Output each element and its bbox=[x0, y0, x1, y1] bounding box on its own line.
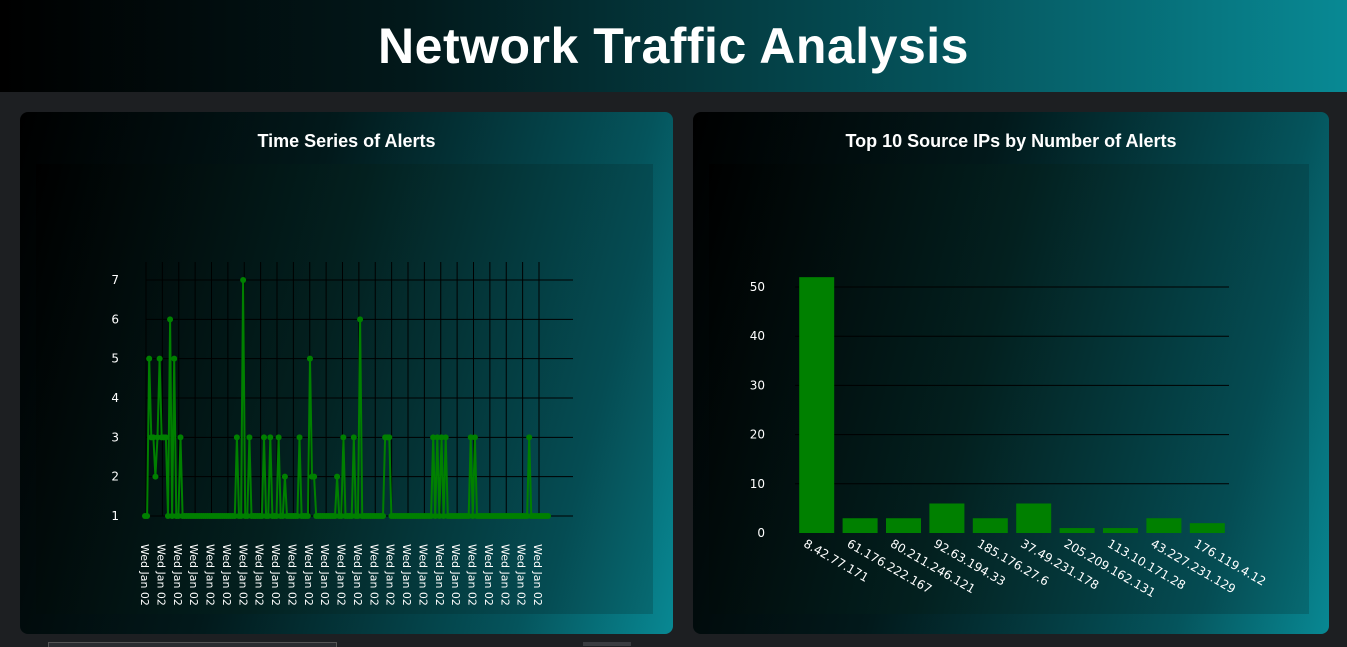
alerts-data-point bbox=[350, 434, 357, 441]
x-tick-label: Wed Jan 02 bbox=[187, 544, 200, 606]
alerts-data-point bbox=[167, 316, 174, 323]
x-tick-label: Wed Jan 02 bbox=[482, 544, 495, 606]
page-title: Network Traffic Analysis bbox=[378, 18, 969, 74]
x-tick-label: Wed Jan 02 bbox=[253, 544, 266, 606]
x-tick-label: Wed Jan 02 bbox=[449, 544, 462, 606]
y-tick-label: 5 bbox=[111, 352, 119, 366]
y-tick-label: 3 bbox=[111, 430, 119, 444]
x-tick-label: Wed Jan 02 bbox=[138, 544, 151, 606]
y-tick-label: 30 bbox=[750, 378, 765, 392]
x-tick-label: Wed Jan 02 bbox=[335, 544, 348, 606]
alerts-data-point bbox=[156, 355, 163, 362]
ip-bar bbox=[886, 518, 921, 533]
x-tick-label: Wed Jan 02 bbox=[204, 544, 217, 606]
x-tick-label: Wed Jan 02 bbox=[351, 544, 364, 606]
alerts-data-point bbox=[386, 434, 393, 441]
y-tick-label: 40 bbox=[750, 329, 765, 343]
alerts-data-point bbox=[233, 434, 240, 441]
alerts-data-point bbox=[471, 434, 478, 441]
scroll-tab[interactable] bbox=[583, 642, 631, 646]
x-tick-label: Wed Jan 02 bbox=[400, 544, 413, 606]
alerts-data-point bbox=[240, 277, 247, 283]
ip-bar bbox=[842, 518, 878, 533]
alerts-data-point bbox=[296, 434, 303, 441]
x-tick-label: Wed Jan 02 bbox=[220, 544, 233, 606]
top-ips-bar-chart[interactable]: 010203040508.42.77.17161.176.222.16780.2… bbox=[693, 112, 1329, 634]
ip-bar bbox=[1103, 528, 1138, 533]
y-tick-label: 6 bbox=[111, 312, 119, 326]
x-tick-label: Wed Jan 02 bbox=[171, 544, 184, 606]
horizontal-scrollbar[interactable] bbox=[48, 642, 337, 647]
alerts-data-point bbox=[380, 513, 387, 519]
time-series-card: Time Series of Alerts 1 2 3 4 5 6 7 Wed Jan 02 W… bbox=[20, 112, 673, 634]
alerts-data-point bbox=[162, 434, 169, 441]
alerts-data-point bbox=[526, 434, 533, 441]
y-tick-label: 2 bbox=[111, 470, 119, 484]
ip-bar bbox=[972, 518, 1008, 533]
y-tick-label: 10 bbox=[750, 477, 765, 491]
x-tick-label: Wed Jan 02 bbox=[515, 544, 528, 606]
top-ips-card: Top 10 Source IPs by Number of Alerts 01… bbox=[693, 112, 1329, 634]
alerts-data-point bbox=[545, 513, 551, 519]
x-tick-label: Wed Jan 02 bbox=[498, 544, 511, 606]
x-tick-label: Wed Jan 02 bbox=[367, 544, 380, 606]
alerts-data-point bbox=[442, 434, 449, 441]
page-header: Network Traffic Analysis bbox=[0, 0, 1347, 92]
alerts-data-point bbox=[152, 473, 159, 480]
x-tick-label: Wed Jan 02 bbox=[384, 544, 397, 606]
ip-bar bbox=[799, 277, 835, 533]
time-series-chart[interactable]: 1234567Wed Jan 02 Wed Jan 02 Wed Jan 02 Wed… bbox=[20, 112, 673, 634]
alerts-data-point bbox=[304, 513, 311, 519]
x-tick-label: Wed Jan 02 bbox=[466, 544, 479, 606]
alerts-data-point bbox=[306, 355, 313, 362]
y-tick-label: 4 bbox=[111, 391, 119, 405]
x-tick-label: Wed Jan 02 bbox=[236, 544, 249, 606]
alerts-data-point bbox=[146, 355, 153, 362]
alerts-data-point bbox=[311, 473, 318, 480]
y-tick-label: 20 bbox=[750, 428, 765, 442]
ip-bar bbox=[929, 503, 965, 533]
x-tick-label: Wed Jan 02 bbox=[285, 544, 298, 606]
alerts-data-point bbox=[340, 434, 347, 441]
x-tick-label: Wed Jan 02 bbox=[318, 544, 331, 606]
x-tick-label: Wed Jan 02 bbox=[416, 544, 429, 606]
alerts-data-point bbox=[281, 473, 288, 480]
y-tick-label: 7 bbox=[111, 273, 119, 287]
alerts-data-point bbox=[177, 434, 184, 441]
x-tick-label: Wed Jan 02 bbox=[302, 544, 315, 606]
x-tick-label: Wed Jan 02 bbox=[154, 544, 167, 606]
y-tick-label: 50 bbox=[750, 280, 765, 294]
alerts-data-point bbox=[334, 473, 341, 480]
alerts-data-point bbox=[144, 513, 151, 519]
alerts-data-point bbox=[275, 434, 282, 441]
ip-bar bbox=[1189, 523, 1225, 533]
ip-bar bbox=[1059, 528, 1095, 533]
alerts-data-point bbox=[357, 316, 364, 323]
y-tick-label: 0 bbox=[757, 526, 765, 540]
alerts-data-point bbox=[267, 434, 274, 441]
y-tick-label: 1 bbox=[111, 509, 119, 523]
x-tick-label: Wed Jan 02 bbox=[433, 544, 446, 606]
x-tick-label: Wed Jan 02 bbox=[531, 544, 544, 606]
ip-bar bbox=[1016, 503, 1052, 533]
x-tick-label: Wed Jan 02 bbox=[269, 544, 282, 606]
alerts-data-point bbox=[261, 434, 268, 441]
alerts-data-point bbox=[246, 434, 253, 441]
ip-bar bbox=[1146, 518, 1182, 533]
alerts-data-point bbox=[171, 355, 178, 362]
